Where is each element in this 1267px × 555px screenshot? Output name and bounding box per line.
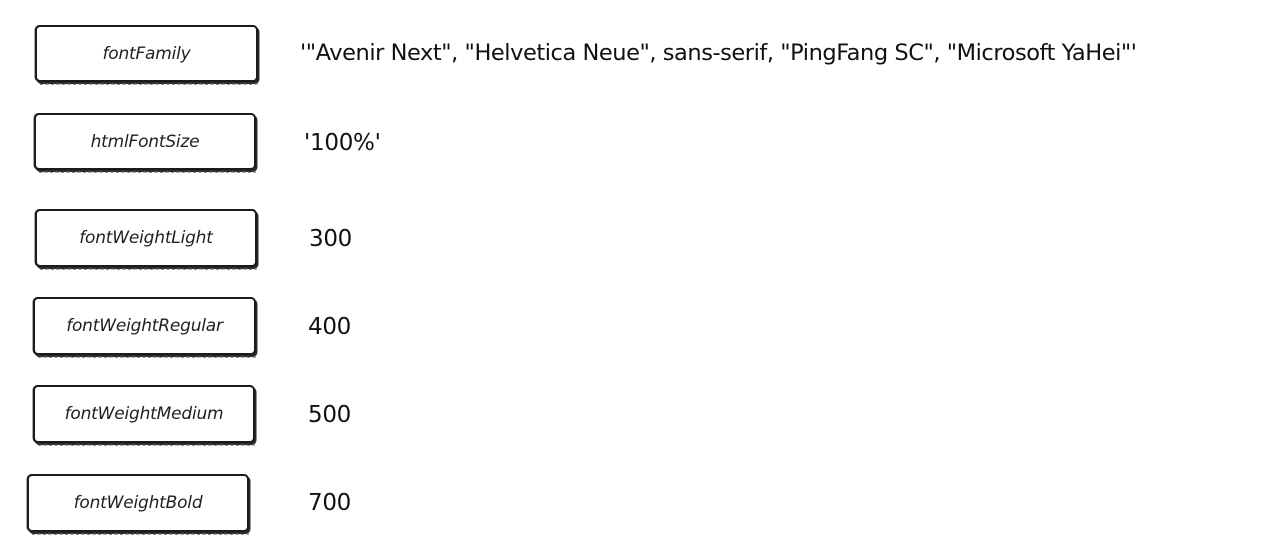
value-font-weight-light: 300 [309, 226, 352, 252]
key-box-font-weight-bold: fontWeightBold [27, 474, 249, 535]
key-box-font-weight-regular: fontWeightRegular [33, 297, 256, 358]
value-html-font-size: '100%' [304, 130, 381, 156]
row-font-weight-light: fontWeightLight 300 [0, 205, 1267, 275]
value-font-weight-regular: 400 [308, 314, 351, 340]
typography-diagram: { "rows": [ {"key": "fontFamily", "value… [0, 0, 1267, 555]
key-label-font-weight-bold: fontWeightBold [73, 493, 203, 513]
key-label-font-family: fontFamily [102, 43, 191, 64]
row-html-font-size: htmlFontSize '100%' [0, 110, 1267, 180]
key-box-font-weight-light: fontWeightLight [35, 209, 257, 270]
row-font-weight-medium: fontWeightMedium 500 [0, 381, 1267, 451]
value-font-weight-medium: 500 [308, 402, 351, 428]
key-box-font-family: fontFamily [35, 25, 258, 85]
key-label-font-weight-regular: fontWeightRegular [66, 316, 223, 336]
key-label-html-font-size: htmlFontSize [90, 131, 200, 152]
key-box-font-weight-medium: fontWeightMedium [33, 385, 255, 446]
row-font-weight-regular: fontWeightRegular 400 [0, 293, 1267, 363]
row-font-family: fontFamily '"Avenir Next", "Helvetica Ne… [0, 20, 1267, 90]
value-font-family: '"Avenir Next", "Helvetica Neue", sans-s… [300, 40, 1137, 66]
key-label-font-weight-light: fontWeightLight [79, 228, 213, 248]
key-label-font-weight-medium: fontWeightMedium [64, 404, 224, 424]
key-box-html-font-size: htmlFontSize [34, 113, 256, 173]
value-font-weight-bold: 700 [308, 490, 351, 516]
row-font-weight-bold: fontWeightBold 700 [0, 470, 1267, 540]
